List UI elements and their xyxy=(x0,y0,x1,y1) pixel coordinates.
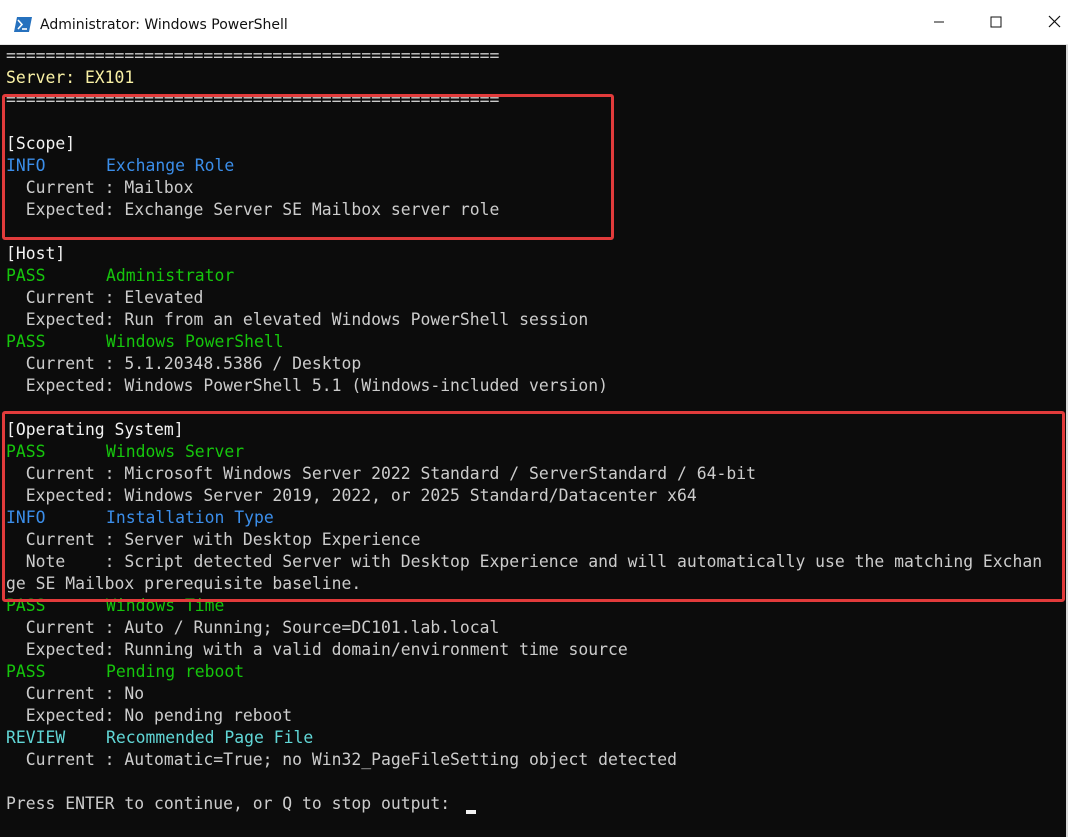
status-label: PASS xyxy=(6,662,46,681)
note-line-continued: ge SE Mailbox prerequisite baseline. xyxy=(6,574,362,593)
expected-line: Expected: Exchange Server SE Mailbox ser… xyxy=(6,200,500,219)
current-line: Current : Microsoft Windows Server 2022 … xyxy=(6,464,756,483)
current-line: Current : Auto / Running; Source=DC101.l… xyxy=(6,618,500,637)
check-name: Pending reboot xyxy=(106,662,245,681)
check-exchange-role: INFO Exchange Role xyxy=(6,155,234,177)
check-name: Windows PowerShell xyxy=(106,332,284,351)
server-line: Server: EX101 xyxy=(6,68,135,87)
separator-line: ========================================… xyxy=(6,90,500,109)
status-label: PASS xyxy=(6,596,46,615)
section-header-host: [Host] xyxy=(6,244,66,263)
check-name: Windows Time xyxy=(106,596,225,615)
close-icon xyxy=(1048,13,1061,32)
status-label: PASS xyxy=(6,266,46,285)
current-line: Current : Server with Desktop Experience xyxy=(6,530,421,549)
expected-line: Expected: Windows Server 2019, 2022, or … xyxy=(6,486,697,505)
maximize-icon xyxy=(990,13,1002,32)
status-label: PASS xyxy=(6,332,46,351)
check-windows-powershell: PASS Windows PowerShell xyxy=(6,331,284,353)
expected-line: Expected: Run from an elevated Windows P… xyxy=(6,310,589,329)
check-installation-type: INFO Installation Type xyxy=(6,507,274,529)
maximize-button[interactable] xyxy=(973,0,1019,45)
window-title: Administrator: Windows PowerShell xyxy=(40,17,288,33)
expected-line: Expected: No pending reboot xyxy=(6,706,293,725)
expected-line: Expected: Running with a valid domain/en… xyxy=(6,640,628,659)
current-line: Current : No xyxy=(6,684,145,703)
check-name: Administrator xyxy=(106,266,235,285)
status-label: INFO xyxy=(6,156,46,175)
status-label: REVIEW xyxy=(6,728,66,747)
check-administrator: PASS Administrator xyxy=(6,265,234,287)
check-name: Exchange Role xyxy=(106,156,235,175)
check-name: Installation Type xyxy=(106,508,274,527)
expected-line: Expected: Windows PowerShell 5.1 (Window… xyxy=(6,376,608,395)
note-line: Note : Script detected Server with Deskt… xyxy=(6,552,1043,571)
continue-prompt[interactable]: Press ENTER to continue, or Q to stop ou… xyxy=(6,793,460,815)
title-bar[interactable]: Administrator: Windows PowerShell xyxy=(0,0,1068,45)
status-label: PASS xyxy=(6,442,46,461)
check-recommended-page-file: REVIEW Recommended Page File xyxy=(6,727,313,749)
check-name: Recommended Page File xyxy=(106,728,314,747)
check-pending-reboot: PASS Pending reboot xyxy=(6,661,244,683)
minimize-icon xyxy=(933,13,945,32)
current-line: Current : Elevated xyxy=(6,288,204,307)
close-button[interactable] xyxy=(1031,0,1068,45)
check-name: Windows Server xyxy=(106,442,245,461)
check-windows-server: PASS Windows Server xyxy=(6,441,244,463)
check-windows-time: PASS Windows Time xyxy=(6,595,224,617)
text-cursor xyxy=(466,810,476,814)
section-header-operating-system: [Operating System] xyxy=(6,420,184,439)
separator-line: ========================================… xyxy=(6,46,500,65)
current-line: Current : 5.1.20348.5386 / Desktop xyxy=(6,354,362,373)
minimize-button[interactable] xyxy=(916,0,962,45)
current-line: Current : Automatic=True; no Win32_PageF… xyxy=(6,750,678,769)
status-label: INFO xyxy=(6,508,46,527)
section-header-scope: [Scope] xyxy=(6,134,76,153)
current-line: Current : Mailbox xyxy=(6,178,194,197)
powershell-icon[interactable] xyxy=(14,17,32,32)
